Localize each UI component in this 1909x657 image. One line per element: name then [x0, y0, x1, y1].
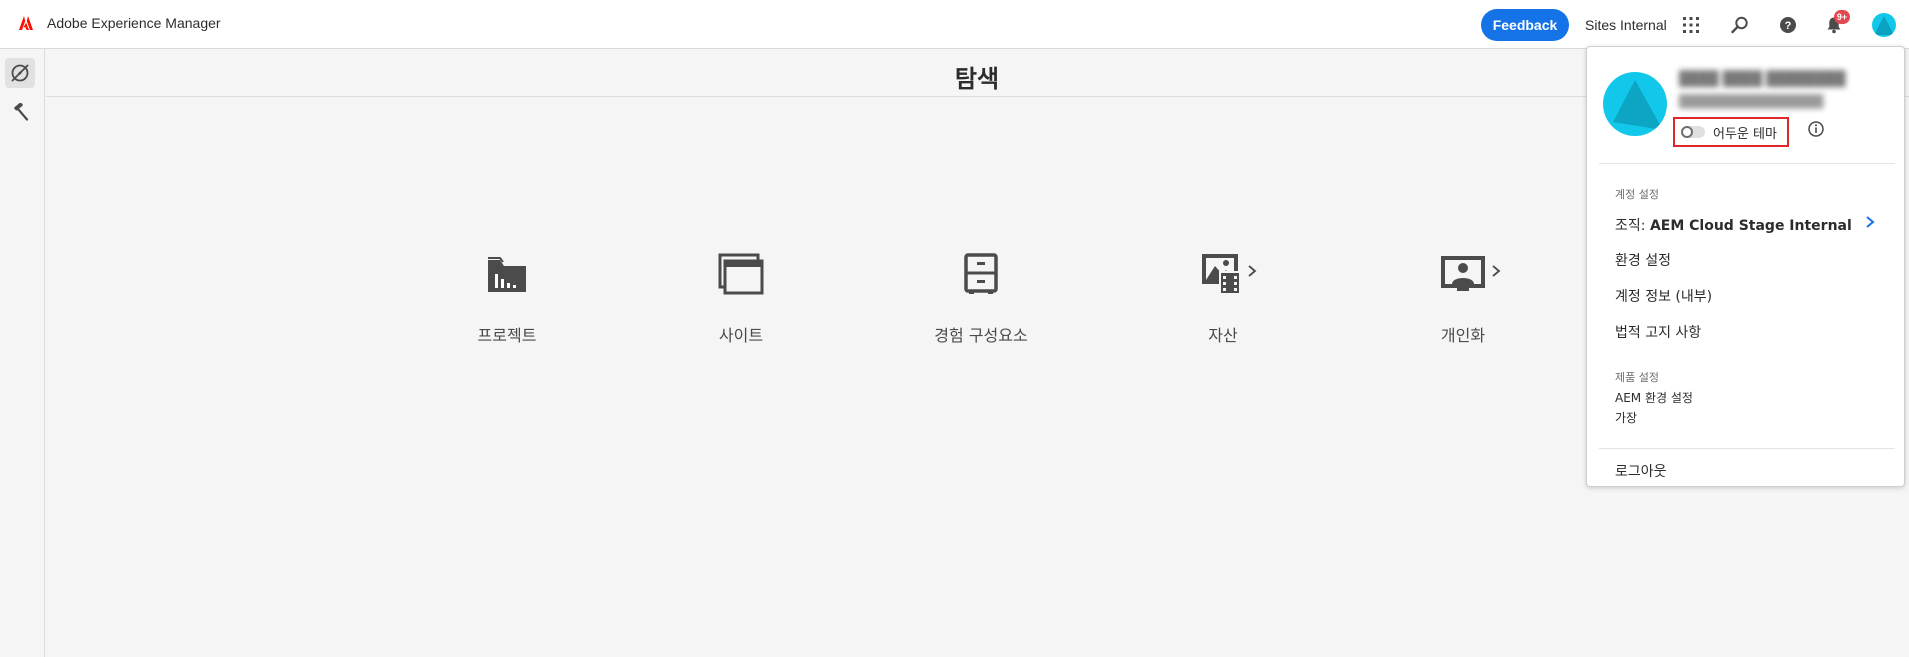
organization-item[interactable]: 조직: AEM Cloud Stage Internal: [1615, 215, 1852, 235]
chevron-right-icon: [1248, 265, 1257, 277]
notification-badge: 9+: [1834, 10, 1850, 24]
svg-text:?: ?: [1785, 20, 1792, 32]
account-popover: ████ ████ ████████ █████████████████ 어두운…: [1586, 46, 1905, 487]
divider: [1599, 448, 1895, 449]
user-avatar[interactable]: [1872, 13, 1896, 37]
solutions-grid-icon[interactable]: [1679, 13, 1703, 37]
tile-label: 개인화: [1440, 326, 1486, 345]
personalization-icon: [1438, 250, 1488, 298]
tile-experience-fragments[interactable]: 경험 구성요소: [906, 250, 1056, 350]
org-value: AEM Cloud Stage Internal: [1649, 218, 1852, 234]
sites-icon: [716, 250, 766, 298]
chevron-right-icon: [1492, 265, 1501, 277]
left-rail: [0, 49, 45, 657]
tile-label: 자산: [1208, 326, 1238, 345]
search-icon[interactable]: [1728, 13, 1752, 37]
brand[interactable]: Adobe Experience Manager: [18, 15, 221, 31]
chevron-right-icon: [1866, 216, 1875, 228]
tile-label: 프로젝트: [477, 326, 537, 345]
info-icon[interactable]: [1807, 120, 1825, 138]
product-settings-header: 제품 설정: [1615, 371, 1659, 384]
logout-item[interactable]: 로그아웃: [1615, 461, 1667, 481]
dark-theme-label: 어두운 테마: [1713, 126, 1777, 142]
help-icon[interactable]: ?: [1776, 13, 1800, 37]
aem-preferences-item[interactable]: AEM 환경 설정: [1615, 389, 1693, 406]
toggle-switch[interactable]: [1681, 126, 1705, 138]
impersonate-item[interactable]: 가장: [1615, 409, 1637, 426]
legal-notices-item[interactable]: 법적 고지 사항: [1615, 322, 1701, 342]
assets-icon: [1198, 250, 1248, 298]
tile-sites[interactable]: 사이트: [666, 250, 816, 350]
app-title: Adobe Experience Manager: [47, 15, 221, 31]
dark-theme-toggle[interactable]: 어두운 테마: [1673, 117, 1789, 147]
org-prefix: 조직:: [1615, 218, 1646, 234]
divider: [1599, 163, 1895, 164]
profile-email-redacted: █████████████████: [1679, 94, 1824, 108]
account-settings-header: 계정 설정: [1615, 188, 1659, 201]
profile-avatar: [1603, 72, 1667, 136]
tile-assets[interactable]: 자산: [1148, 250, 1298, 350]
tools-hammer-icon[interactable]: [5, 97, 35, 127]
experience-fragments-icon: [956, 250, 1006, 298]
tile-projects[interactable]: 프로젝트: [432, 250, 582, 350]
tile-label: 사이트: [718, 326, 764, 345]
profile-name-redacted: ████ ████ ████████: [1679, 70, 1846, 86]
adobe-logo-icon: [19, 16, 33, 30]
tile-label: 경험 구성요소: [934, 326, 1028, 345]
account-info-item[interactable]: 계정 정보 (내부): [1615, 286, 1712, 306]
top-bar: Adobe Experience Manager Feedback Sites …: [0, 0, 1909, 49]
org-switcher[interactable]: Sites Internal: [1585, 17, 1667, 33]
navigation-compass-icon[interactable]: [5, 58, 35, 88]
preferences-item[interactable]: 환경 설정: [1615, 250, 1671, 270]
feedback-button[interactable]: Feedback: [1481, 9, 1569, 41]
tile-personalization[interactable]: 개인화: [1388, 250, 1538, 350]
notifications-bell-icon[interactable]: 9+: [1822, 10, 1850, 37]
projects-folder-icon: [482, 250, 532, 298]
